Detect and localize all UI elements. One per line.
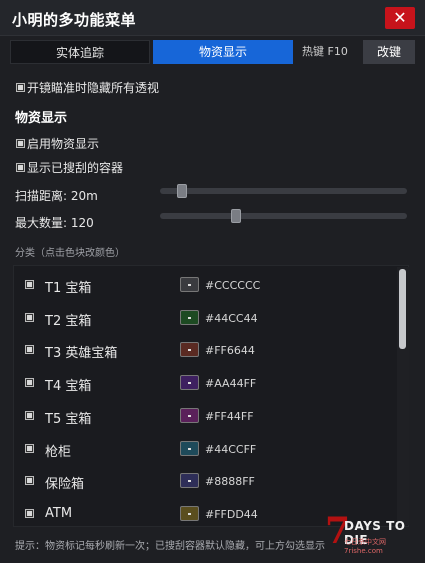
category-row: T1 宝箱 #CCCCCC [14, 269, 394, 302]
color-swatch[interactable] [180, 309, 199, 325]
color-swatch[interactable] [180, 440, 199, 456]
color-swatch[interactable] [180, 375, 199, 391]
color-hex-label: #44CC44 [205, 311, 258, 325]
category-name: T4 宝箱 [45, 379, 92, 395]
site-watermark: 7 DAYS TO DIE 七日杀中文网 7rishe.com [322, 513, 422, 557]
color-hex-label: #44CCFF [205, 442, 257, 456]
show-searched-option[interactable]: 显示已搜刮的容器 [16, 158, 123, 176]
max-count-slider[interactable] [160, 209, 407, 223]
section-title: 物资显示 [15, 111, 68, 126]
category-checkbox[interactable] [25, 508, 34, 518]
category-list-scrollbar[interactable] [397, 267, 409, 525]
category-row: T3 英雄宝箱 #FF6644 [14, 334, 394, 367]
category-name: T2 宝箱 [45, 313, 92, 329]
color-swatch[interactable] [180, 407, 199, 423]
category-checkbox[interactable] [25, 280, 34, 289]
close-button[interactable]: ✕ [385, 7, 415, 29]
color-hex-label: #FF44FF [205, 409, 254, 423]
category-row: T5 宝箱 #FF44FF [14, 400, 394, 433]
tab-item-display[interactable]: 物资显示 [153, 40, 293, 64]
category-checkbox[interactable] [25, 312, 34, 322]
scrollbar-thumb[interactable] [399, 269, 406, 349]
show-searched-checkbox[interactable] [16, 162, 25, 172]
enable-items-label: 启用物资显示 [27, 136, 100, 151]
tab-entity-tracking[interactable]: 实体追踪 [10, 40, 150, 64]
color-hex-label: #FFDD44 [205, 507, 258, 521]
tab-bar: 实体追踪 物资显示 热键 F10 改键 [10, 40, 415, 64]
hide-on-scope-label: 开镜瞄准时隐藏所有透视 [27, 80, 160, 95]
color-swatch[interactable] [180, 342, 199, 358]
category-checkbox[interactable] [25, 345, 34, 355]
color-swatch[interactable] [180, 473, 199, 489]
color-swatch[interactable] [180, 277, 199, 292]
enable-items-checkbox[interactable] [16, 138, 25, 148]
window-title: 小明的多功能菜单 [12, 11, 137, 29]
max-count-label: 最大数量: 120 [15, 216, 94, 230]
category-list: T1 宝箱 #CCCCCC T2 宝箱 #44CC44 T3 英雄宝箱 #FF6644 T4… [13, 265, 409, 527]
scan-distance-slider[interactable] [160, 184, 407, 198]
category-title: 分类（点击色块改颜色） [15, 248, 125, 259]
category-checkbox[interactable] [25, 378, 34, 388]
title-bar: 小明的多功能菜单 ✕ [0, 0, 425, 36]
max-count-slider-thumb[interactable] [231, 209, 242, 223]
color-hex-label: #CCCCCC [205, 279, 261, 292]
color-hex-label: #AA44FF [205, 377, 257, 391]
category-name: T3 英雄宝箱 [45, 346, 118, 362]
hotkey-label: 热键 F10 [302, 45, 348, 58]
change-key-button[interactable]: 改键 [363, 40, 415, 64]
category-name: ATM [45, 505, 73, 521]
show-searched-label: 显示已搜刮的容器 [27, 160, 124, 175]
category-checkbox[interactable] [25, 443, 34, 453]
category-checkbox[interactable] [25, 476, 34, 486]
color-hex-label: #8888FF [205, 475, 255, 489]
category-row: T2 宝箱 #44CC44 [14, 302, 394, 335]
category-checkbox[interactable] [25, 410, 34, 420]
hide-on-scope-checkbox[interactable] [16, 82, 25, 92]
category-name: T1 宝箱 [45, 281, 92, 296]
enable-items-option[interactable]: 启用物资显示 [16, 134, 99, 152]
category-row: T4 宝箱 #AA44FF [14, 367, 394, 400]
category-name: 枪柜 [45, 444, 72, 460]
scan-distance-slider-thumb[interactable] [176, 184, 187, 198]
watermark-subtext: 七日杀中文网 7rishe.com [344, 538, 386, 555]
scan-distance-label: 扫描距离: 20m [15, 189, 98, 203]
category-row: 保险箱 #8888FF [14, 465, 394, 498]
color-swatch[interactable] [180, 505, 199, 521]
category-name: 保险箱 [45, 477, 85, 493]
category-name: T5 宝箱 [45, 411, 92, 427]
category-row: 枪柜 #44CCFF [14, 433, 394, 466]
color-hex-label: #FF6644 [205, 344, 255, 358]
hide-on-scope-option[interactable]: 开镜瞄准时隐藏所有透视 [16, 78, 159, 96]
